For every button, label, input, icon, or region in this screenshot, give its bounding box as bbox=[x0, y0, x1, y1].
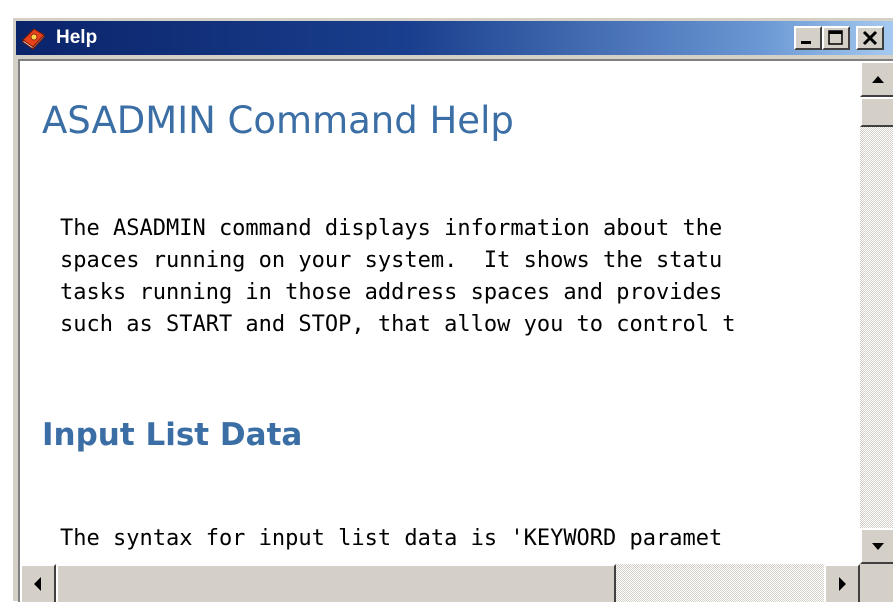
scroll-down-button[interactable] bbox=[860, 528, 893, 564]
arrow-down-icon bbox=[872, 543, 884, 550]
arrow-left-icon bbox=[34, 577, 41, 591]
section-heading: Input List Data bbox=[42, 417, 303, 453]
arrow-right-icon bbox=[839, 577, 846, 591]
window-title: Help bbox=[56, 27, 98, 48]
horizontal-scrollbar[interactable] bbox=[20, 564, 860, 602]
syntax-paragraph: The syntax for input list data is 'KEYWO… bbox=[60, 523, 722, 555]
arrow-up-icon bbox=[872, 76, 884, 83]
vertical-scroll-thumb[interactable] bbox=[860, 97, 893, 127]
maximize-button[interactable] bbox=[822, 26, 850, 50]
help-book-icon bbox=[20, 26, 46, 51]
minimize-icon bbox=[801, 41, 811, 44]
minimize-button[interactable] bbox=[794, 26, 822, 50]
scrollbar-corner bbox=[860, 564, 893, 602]
syntax-line: The syntax for input list data is 'KEYWO… bbox=[60, 526, 723, 551]
close-button[interactable] bbox=[856, 26, 884, 50]
page-title: ASADMIN Command Help bbox=[42, 99, 514, 142]
scroll-left-button[interactable] bbox=[20, 564, 56, 602]
close-icon bbox=[862, 30, 878, 46]
help-content-area: ASADMIN Command Help The ASADMIN command… bbox=[18, 59, 893, 602]
vertical-scrollbar[interactable] bbox=[860, 61, 893, 564]
help-window: Help ASADMIN Command Help The ASADMIN co… bbox=[12, 17, 893, 602]
intro-line: spaces running on your system. It shows … bbox=[60, 248, 723, 273]
scroll-up-button[interactable] bbox=[860, 61, 893, 97]
intro-paragraph: The ASADMIN command displays information… bbox=[60, 213, 736, 341]
intro-line: tasks running in those address spaces an… bbox=[60, 280, 723, 305]
intro-line: such as START and STOP, that allow you t… bbox=[60, 312, 736, 337]
maximize-icon bbox=[828, 30, 843, 45]
title-bar[interactable]: Help bbox=[16, 21, 893, 55]
document-view: ASADMIN Command Help The ASADMIN command… bbox=[20, 61, 860, 564]
intro-line: The ASADMIN command displays information… bbox=[60, 216, 723, 241]
scroll-right-button[interactable] bbox=[824, 564, 860, 602]
horizontal-scroll-thumb[interactable] bbox=[56, 564, 616, 602]
